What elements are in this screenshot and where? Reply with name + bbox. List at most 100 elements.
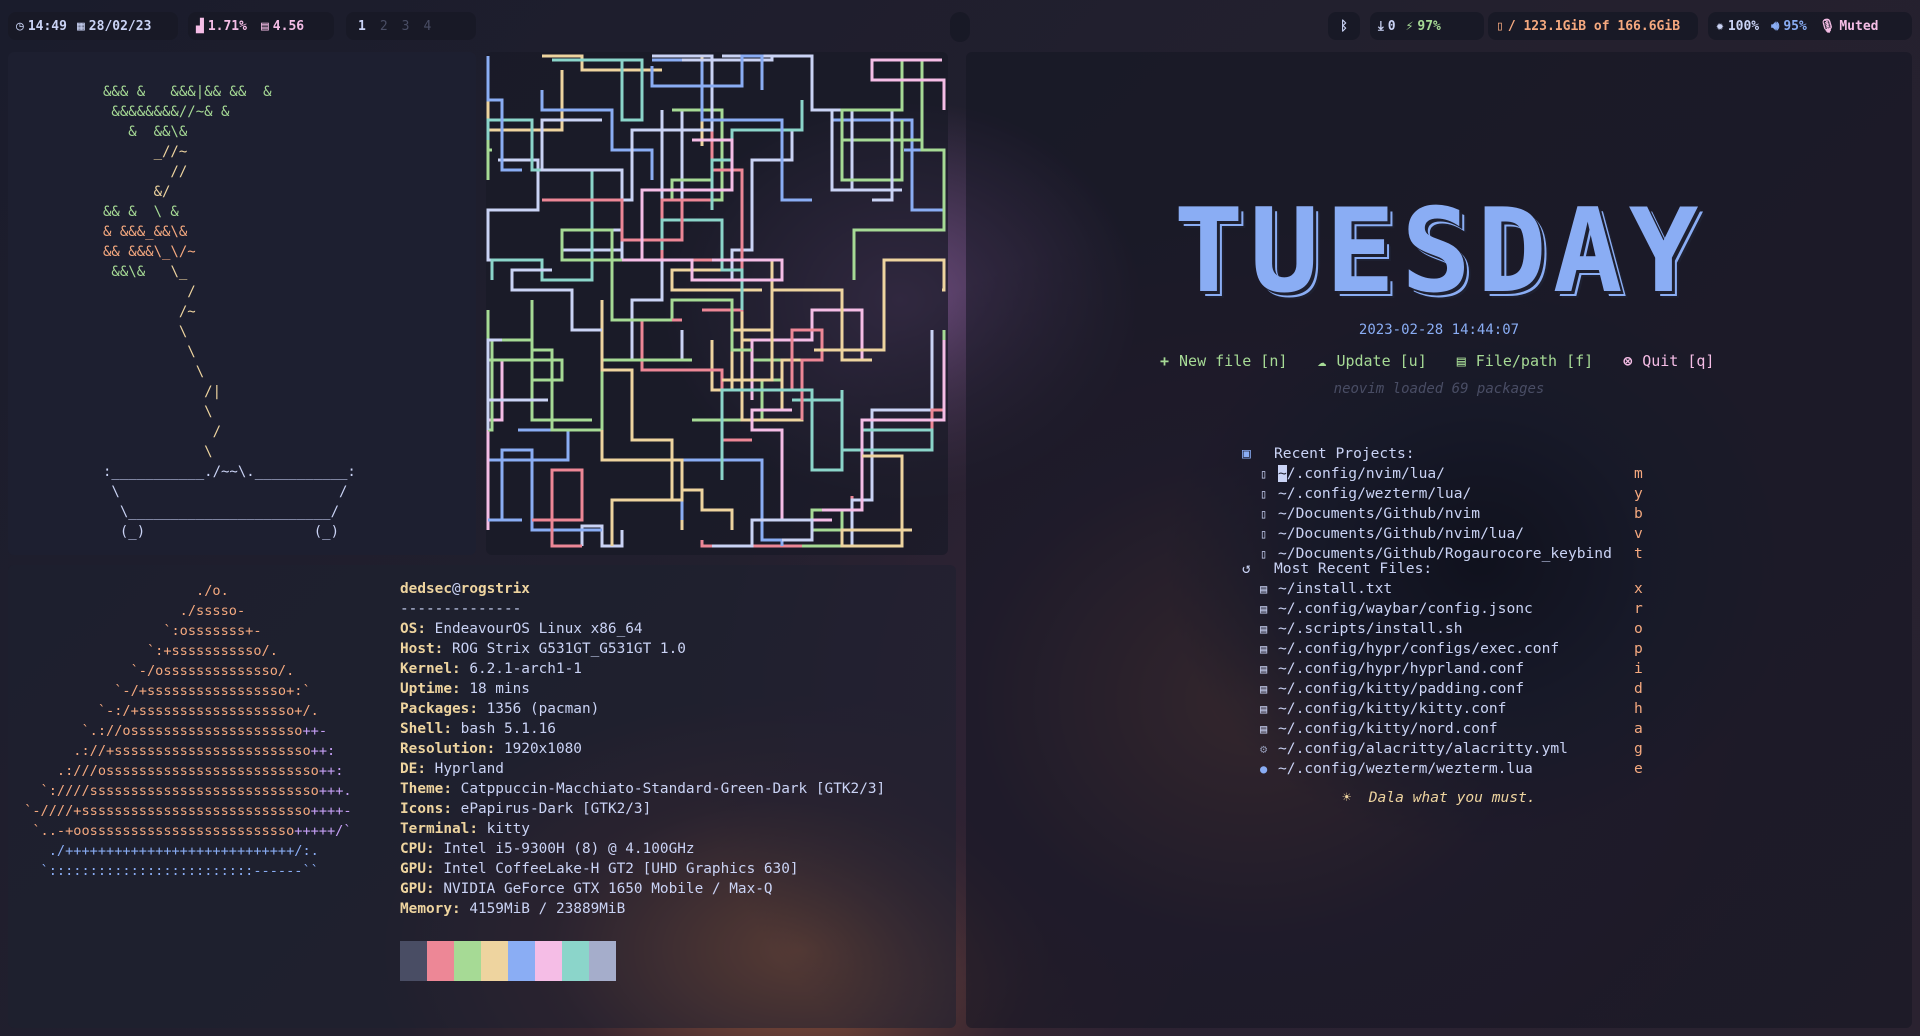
info-colon: : <box>417 621 435 637</box>
item-shortcut-key: b <box>1634 505 1643 522</box>
item-path: ~/.config/wezterm/wezterm.lua <box>1278 760 1533 777</box>
hostname: rogstrix <box>460 581 530 597</box>
info-row: OS: EndeavourOS Linux x86_64 <box>400 619 885 639</box>
recent-files-header: ↺ Most Recent Files: <box>1242 559 1643 579</box>
recent-file-item[interactable]: ▤ ~/.config/hypr/configs/exec.conf p <box>1242 639 1643 659</box>
recent-file-item[interactable]: ⚙ ~/.config/alacritty/alacritty.yml g <box>1242 739 1643 759</box>
item-path: ~/.config/waybar/config.jsonc <box>1278 600 1533 617</box>
info-key: DE <box>400 761 418 777</box>
memory-usage: 4.56 <box>272 18 305 34</box>
info-row: CPU: Intel i5-9300H (8) @ 4.100GHz <box>400 839 885 859</box>
item-path: ~/.config/wezterm/lua/ <box>1278 485 1472 502</box>
bonsai-terminal[interactable]: &&& & &&&|&& && & &&&&&&&&//~& & & &&\& … <box>8 52 476 555</box>
dashboard-actions: + New file [n] ☁ Update [u] ▤ File/path [f]… <box>1160 352 1714 370</box>
pipe-segment <box>540 90 654 180</box>
cpu-icon: ▟ <box>196 18 204 34</box>
history-icon: ↺ <box>1242 560 1251 577</box>
pipe-segment <box>630 260 684 362</box>
info-key: OS <box>400 621 418 637</box>
item-shortcut-key: v <box>1634 525 1643 542</box>
quit-button[interactable]: ⊗ Quit [q] <box>1623 352 1714 370</box>
info-row: Terminal: kitty <box>400 819 885 839</box>
pipe-segment <box>490 200 594 282</box>
file-icon: ▤ <box>1260 602 1268 616</box>
info-key: Packages <box>400 701 470 717</box>
info-colon: : <box>451 661 470 677</box>
workspace-1[interactable]: 1 <box>358 19 366 34</box>
pipes-terminal[interactable] <box>486 52 948 555</box>
new-file-label: New file [n] <box>1179 352 1288 370</box>
info-colon: : <box>443 721 461 737</box>
disk-module[interactable]: ▯ / 123.1GiB of 166.6GiB <box>1488 12 1698 40</box>
pipe-segment <box>750 308 864 400</box>
recent-file-item[interactable]: ● ~/.config/wezterm/wezterm.lua e <box>1242 759 1643 779</box>
info-key: Resolution <box>400 741 487 757</box>
info-colon: : <box>426 881 444 897</box>
info-key: GPU <box>400 881 426 897</box>
info-value: kitty <box>486 821 530 837</box>
info-row: GPU: Intel CoffeeLake-H GT2 [UHD Graphic… <box>400 859 885 879</box>
info-separator: -------------- <box>400 601 522 617</box>
brightness-audio-module[interactable]: ✹ 100% 🔊︎ 95% 🎙︎ Muted <box>1708 12 1912 40</box>
close-circle-icon: ⊗ <box>1623 352 1633 370</box>
recent-file-item[interactable]: ▤ ~/.config/waybar/config.jsonc r <box>1242 599 1643 619</box>
project-item[interactable]: ▯ ~/.config/nvim/lua/m <box>1242 464 1643 484</box>
info-key: Host <box>400 641 435 657</box>
workspace-4[interactable]: 4 <box>423 19 431 34</box>
project-item[interactable]: ▯ ~/Documents/Github/nvim/lua/v <box>1242 524 1643 544</box>
info-value: 1920x1080 <box>503 741 582 757</box>
info-row: Shell: bash 5.1.16 <box>400 719 885 739</box>
file-icon: ▤ <box>1260 682 1268 696</box>
recent-file-item[interactable]: ▤ ~/.config/kitty/kitty.conf h <box>1242 699 1643 719</box>
info-key: Memory <box>400 901 452 917</box>
updates-battery-module[interactable]: ⤓ 0 ⚡ 97% <box>1370 12 1484 40</box>
project-item[interactable]: ▯ ~/.config/wezterm/lua/y <box>1242 484 1643 504</box>
info-colon: : <box>417 761 435 777</box>
pipe-segment <box>852 130 946 280</box>
info-row: Kernel: 6.2.1-arch1-1 <box>400 659 885 679</box>
item-path: ~/Documents/Github/nvim <box>1278 505 1481 522</box>
item-shortcut-key: p <box>1634 640 1643 657</box>
volume-icon: 🔊︎ <box>1771 18 1780 34</box>
endeavouros-logo-ascii: ./o. ./sssso- `:osssssss+- `:+ssssssssss… <box>16 583 352 879</box>
pipe-segment <box>680 458 784 546</box>
pipe-segment <box>850 330 934 546</box>
new-file-button[interactable]: + New file [n] <box>1160 352 1287 370</box>
update-button[interactable]: ☁ Update [u] <box>1317 352 1426 370</box>
neofetch-terminal[interactable]: ./o. ./sssso- `:osssssss+- `:+ssssssssss… <box>8 565 956 1028</box>
project-item[interactable]: ▯ ~/Documents/Github/nvim b <box>1242 504 1643 524</box>
item-shortcut-key: y <box>1634 485 1643 502</box>
workspace-3[interactable]: 3 <box>402 19 410 34</box>
color-swatch <box>535 941 562 981</box>
dashboard-quote: Dala what you must. <box>1368 789 1536 806</box>
brightness-level: 100% <box>1727 18 1760 34</box>
recent-file-item[interactable]: ▤ ~/.config/kitty/nord.conf a <box>1242 719 1643 739</box>
info-row: DE: Hyprland <box>400 759 885 779</box>
info-key: Icons <box>400 801 444 817</box>
item-shortcut-key: x <box>1634 580 1643 597</box>
bluetooth-module[interactable]: ᛒ <box>1328 12 1360 40</box>
system-info: dedsec@rogstrix -------------- OS: Endea… <box>400 579 885 919</box>
recent-file-item[interactable]: ▤ ~/.config/kitty/padding.conf d <box>1242 679 1643 699</box>
project-icon: ▯ <box>1260 467 1268 481</box>
memory-icon: ▤ <box>260 18 269 34</box>
recent-file-item[interactable]: ▤ ~/install.txt x <box>1242 579 1643 599</box>
system-stats-module[interactable]: ▟ 1.71% ▤ 4.56 <box>188 12 334 40</box>
item-shortcut-key: e <box>1634 760 1643 777</box>
neovim-dashboard[interactable]: TUESDAY 2023-02-28 14:44:07 + New file [n… <box>966 52 1912 1028</box>
recent-file-item[interactable]: ▤ ~/.scripts/install.sh o <box>1242 619 1643 639</box>
plus-icon: + <box>1160 352 1170 370</box>
info-value: 4159MiB / 23889MiB <box>469 901 626 917</box>
quit-label: Quit [q] <box>1642 352 1715 370</box>
color-swatch <box>589 941 616 981</box>
info-row: Memory: 4159MiB / 23889MiB <box>400 899 885 919</box>
recent-file-item[interactable]: ▤ ~/.config/hypr/hyprland.conf i <box>1242 659 1643 679</box>
info-colon: : <box>443 781 461 797</box>
clock-module[interactable]: ◷ 14:49 ▦ 28/02/23 <box>8 12 178 40</box>
workspace-2[interactable]: 2 <box>380 19 388 34</box>
file-path-button[interactable]: ▤ File/path [f] <box>1457 352 1593 370</box>
item-path: ~/.config/kitty/nord.conf <box>1278 720 1498 737</box>
info-colon: : <box>443 801 461 817</box>
cloud-icon: ☁ <box>1317 352 1327 370</box>
pipe-segment <box>552 54 714 202</box>
